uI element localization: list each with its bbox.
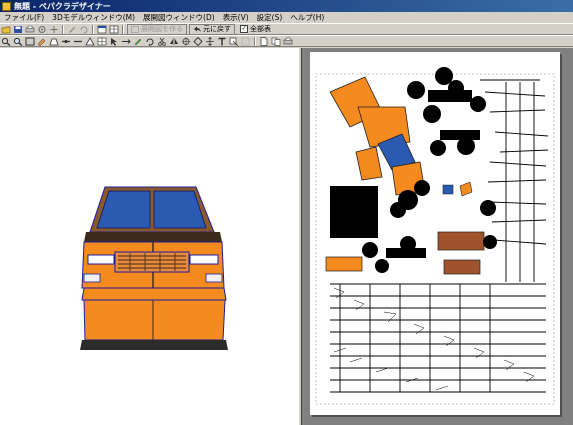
unfolded-parts (315, 67, 555, 405)
menu-2d-window[interactable]: 展開図ウィンドウ(D) (139, 12, 219, 23)
page-layout-icon[interactable] (271, 37, 281, 46)
arrows-icon[interactable] (121, 37, 131, 46)
paint-icon[interactable] (37, 37, 47, 46)
menu-bar: ファイル(F) 3Dモデルウィンドウ(M) 展開図ウィンドウ(D) 表示(V) … (0, 12, 573, 23)
menu-3d-window[interactable]: 3Dモデルウィンドウ(M) (48, 12, 139, 23)
menu-view[interactable]: 表示(V) (219, 12, 253, 23)
window-icon[interactable] (97, 25, 107, 34)
app-icon (2, 1, 11, 11)
toolbar-separator (122, 24, 124, 34)
gear-icon[interactable] (37, 25, 47, 34)
cut-edge-icon[interactable] (73, 37, 83, 46)
magnifier-icon[interactable] (13, 37, 23, 46)
menu-file[interactable]: ファイル(F) (0, 12, 48, 23)
grid-icon[interactable] (97, 37, 107, 46)
edit-icon[interactable] (133, 37, 143, 46)
show-all-label: 全部表 (250, 25, 271, 33)
undo-button[interactable]: 元に戻す (189, 23, 235, 35)
open-folder-icon[interactable] (1, 25, 11, 34)
triangle-icon[interactable] (85, 36, 95, 46)
scissors-icon[interactable] (157, 37, 167, 46)
pan-icon[interactable] (205, 36, 215, 46)
disabled-tool-icon[interactable] (241, 37, 251, 46)
unfold-icon (131, 25, 139, 33)
toolbar-separator (92, 24, 94, 34)
text-tool-icon[interactable] (217, 37, 227, 46)
title-bar: 無題 - ペパクラデザイナー (0, 0, 573, 12)
page-icon[interactable] (259, 36, 269, 46)
print-icon[interactable] (25, 25, 35, 34)
unfold-button[interactable]: 展開図を作る (127, 23, 187, 35)
fine-parts (333, 287, 535, 391)
save-icon[interactable] (13, 25, 23, 34)
table-icon[interactable] (109, 25, 119, 34)
unfold-2d-view[interactable] (302, 48, 573, 425)
window-title: 無題 - ペパクラデザイナー (14, 1, 111, 11)
move-icon[interactable] (49, 25, 59, 34)
flap-icon[interactable] (49, 37, 59, 46)
toolbar-separator (254, 36, 256, 46)
menu-help[interactable]: ヘルプ(H) (286, 12, 328, 23)
pencil-icon[interactable] (67, 25, 77, 34)
unfold-button-label: 展開図を作る (141, 24, 183, 33)
cursor-icon[interactable] (109, 37, 119, 46)
flip-icon[interactable] (169, 37, 179, 46)
show-all-checkbox[interactable]: ✓ 全部表 (240, 24, 271, 34)
select-box-icon[interactable] (25, 37, 35, 46)
print-page (310, 52, 560, 415)
fold-icon[interactable] (229, 37, 239, 46)
toolbar-separator (62, 24, 64, 34)
print-preview-icon[interactable] (283, 37, 293, 46)
car-3d-model (80, 186, 228, 350)
diamond-icon[interactable] (193, 36, 203, 46)
rotate-part-icon[interactable] (145, 37, 155, 46)
zoom-icon[interactable] (1, 37, 11, 46)
undo-icon (194, 26, 201, 32)
show-all-checkbox-box: ✓ (240, 25, 248, 33)
join-icon[interactable] (61, 37, 71, 46)
target-icon[interactable] (181, 37, 191, 46)
rotate-icon[interactable] (79, 25, 89, 34)
main-toolbar: 展開図を作る 元に戻す ✓ 全部表 (0, 23, 573, 35)
tools-toolbar (0, 35, 573, 47)
model-3d-view[interactable] (0, 48, 299, 425)
menu-settings[interactable]: 設定(S) (253, 12, 287, 23)
undo-button-label: 元に戻す (203, 24, 231, 33)
